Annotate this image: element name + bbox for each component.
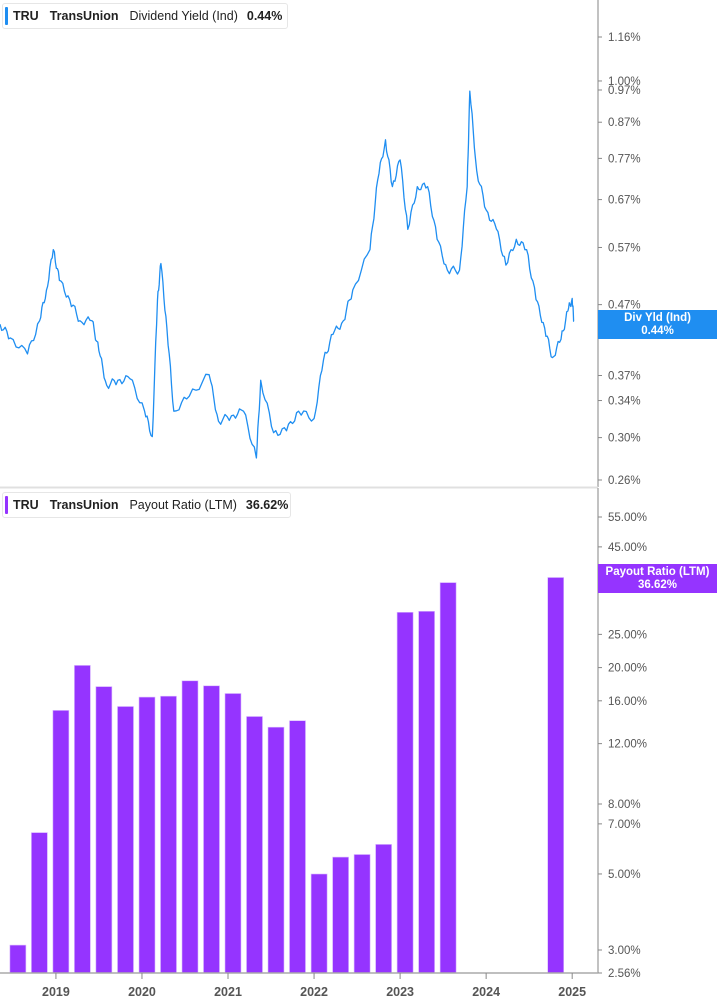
x-tick-label: 2021 <box>214 985 242 999</box>
legend-value: 36.62% <box>245 498 289 512</box>
payout-bar[interactable] <box>267 726 285 974</box>
legend-company: TransUnion <box>49 9 119 23</box>
legend-value: 0.44% <box>246 9 283 23</box>
bottom-y-tick-label: 55.00% <box>608 512 647 524</box>
payout-bar[interactable] <box>117 706 134 974</box>
dividend-yield-line <box>0 90 575 459</box>
yield-flag-value: 0.44% <box>641 325 674 337</box>
payout-bar[interactable] <box>160 695 177 974</box>
top-y-tick-label: 0.30% <box>608 433 641 445</box>
x-tick-label: 2019 <box>42 985 70 999</box>
bottom-y-tick-label: 7.00% <box>608 819 641 831</box>
top-y-tick-label: 1.16% <box>608 32 641 44</box>
dividend-yield-panel: 1.16%1.00%0.97%0.87%0.77%0.67%0.57%0.47%… <box>0 0 641 487</box>
x-tick-label: 2023 <box>386 985 414 999</box>
legend-metric: Payout Ratio (LTM) <box>129 498 237 512</box>
bottom-legend[interactable]: TRU TransUnion Payout Ratio (LTM) 36.62% <box>2 492 291 518</box>
legend-ticker: TRU <box>13 9 39 23</box>
bottom-y-tick-label: 45.00% <box>608 542 647 554</box>
payout-bar[interactable] <box>9 944 27 974</box>
bottom-y-tick-label: 5.00% <box>608 869 641 881</box>
payout-bar[interactable] <box>289 720 306 974</box>
x-tick-label: 2024 <box>472 985 500 999</box>
payout-bar[interactable] <box>246 716 263 974</box>
bottom-y-tick-label: 20.00% <box>608 663 647 675</box>
payout-bar[interactable] <box>31 832 48 974</box>
payout-bar[interactable] <box>224 693 242 974</box>
legend-company: TransUnion <box>49 498 119 512</box>
payout-value-flag: Payout Ratio (LTM) 36.62% <box>598 564 717 593</box>
bottom-y-tick-label: 2.56% <box>608 968 641 980</box>
payout-bar[interactable] <box>95 686 113 974</box>
bottom-y-tick-label: 8.00% <box>608 799 641 811</box>
bottom-y-tick-label: 16.00% <box>608 696 647 708</box>
x-tick-label: 2020 <box>128 985 156 999</box>
bottom-y-tick-label: 12.00% <box>608 739 647 751</box>
legend-swatch-yield <box>5 7 8 25</box>
legend-ticker: TRU <box>13 498 39 512</box>
yield-flag-label: Div Yld (Ind) <box>624 312 691 324</box>
payout-flag-value: 36.62% <box>637 579 677 591</box>
payout-bar[interactable] <box>439 582 457 974</box>
payout-bar[interactable] <box>138 696 156 974</box>
payout-bar[interactable] <box>203 685 220 974</box>
payout-bar[interactable] <box>547 577 565 974</box>
payout-bar[interactable] <box>181 680 199 974</box>
top-y-tick-label: 0.37% <box>608 370 641 382</box>
payout-bar[interactable] <box>375 844 392 974</box>
payout-bar[interactable] <box>74 665 91 974</box>
yield-value-flag: Div Yld (Ind) 0.44% <box>598 310 717 339</box>
top-y-tick-label: 0.97% <box>608 85 641 97</box>
payout-ratio-panel: 55.00% 45.00% 25.00% 20.00% 16.00% 12.00% 8.00… <box>0 488 647 999</box>
x-tick-label: 2025 <box>558 985 586 999</box>
payout-bar[interactable] <box>310 873 328 974</box>
top-y-tick-label: 0.77% <box>608 153 641 165</box>
bottom-y-tick-label: 3.00% <box>608 945 641 957</box>
top-y-tick-label: 0.34% <box>608 396 641 408</box>
payout-bar[interactable] <box>418 610 435 974</box>
top-y-tick-label: 0.87% <box>608 117 641 129</box>
top-legend[interactable]: TRU TransUnion Dividend Yield (Ind) 0.44… <box>2 3 288 29</box>
top-y-tick-label: 0.57% <box>608 242 641 254</box>
bottom-y-tick-label: 25.00% <box>608 629 647 641</box>
payout-bar[interactable] <box>353 854 371 974</box>
top-y-tick-label: 0.67% <box>608 195 641 207</box>
top-y-tick-label: 0.26% <box>608 475 641 487</box>
payout-flag-label: Payout Ratio (LTM) <box>605 566 710 578</box>
legend-swatch-payout <box>5 496 8 514</box>
legend-metric: Dividend Yield (Ind) <box>129 9 238 23</box>
payout-bar[interactable] <box>332 856 349 974</box>
x-tick-label: 2022 <box>300 985 328 999</box>
payout-bar[interactable] <box>52 710 70 974</box>
payout-bar[interactable] <box>396 611 414 974</box>
